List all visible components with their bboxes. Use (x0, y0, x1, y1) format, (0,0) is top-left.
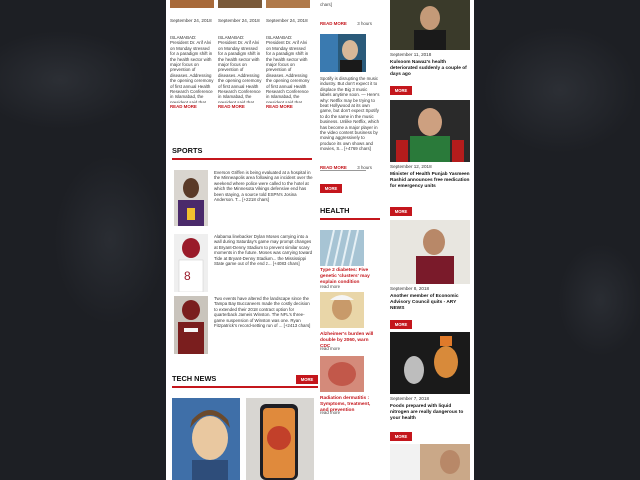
tech-news-header: TECH NEWS MORE (172, 374, 318, 388)
news-headline[interactable]: Minister of Health Punjab Yasmeen Rashid… (390, 172, 470, 189)
read-more-link[interactable]: READ MORE (218, 104, 262, 109)
tech-news-image[interactable] (172, 398, 240, 480)
sports-item[interactable]: Two events have altered the landscape si… (172, 296, 314, 354)
story-excerpt: ISLAMABAD: President Dr. Arif Alvi on Mo… (218, 35, 262, 103)
tech-news-more-button[interactable]: MORE (296, 375, 318, 384)
story-date: September 24, 2018 (218, 18, 260, 23)
right-more-button[interactable]: MORE (390, 432, 412, 441)
right-more-button[interactable]: MORE (390, 86, 412, 95)
sports-item[interactable]: Everson Griffen is being evaluated at a … (172, 170, 314, 228)
sports-excerpt: Two events have altered the landscape si… (214, 296, 311, 329)
sports-image[interactable] (174, 296, 208, 354)
snippet-tail: chars] (320, 2, 332, 7)
sports-item[interactable]: 8 Alabama linebacker Dylan Moses carryin… (172, 234, 314, 293)
divider (320, 170, 366, 171)
right-more-button[interactable]: MORE (390, 320, 412, 329)
health-headline[interactable]: Type 2 diabetes: Five genetic 'clusters'… (320, 268, 380, 285)
read-more-link[interactable]: READ MORE (320, 21, 347, 26)
right-news-image[interactable] (390, 444, 470, 480)
news-page: September 24, 2018 ISLAMABAD: President … (166, 0, 474, 480)
sports-image[interactable] (174, 170, 208, 226)
right-news-image[interactable] (390, 100, 470, 162)
story-thumbnail[interactable] (218, 0, 262, 8)
spotify-image[interactable] (320, 34, 366, 72)
news-headline[interactable]: Another member of Economic Advisory Coun… (390, 294, 470, 311)
read-more-link[interactable]: READ MORE (170, 104, 214, 109)
story-date: September 24, 2018 (170, 18, 212, 23)
sports-excerpt: Alabama linebacker Dylan Moses carrying … (214, 234, 313, 267)
story-card[interactable]: September 24, 2018 ISLAMABAD: President … (218, 0, 262, 109)
middle-more-button[interactable]: MORE (320, 184, 342, 193)
news-headline[interactable]: Kulsoom Nawaz's health deteriorated sudd… (390, 60, 470, 77)
spotify-excerpt: Spotify is disrupting the music industry… (320, 76, 380, 152)
story-thumbnail[interactable] (266, 0, 310, 8)
news-headline[interactable]: Foods prepared with liquid nitrogen are … (390, 404, 470, 421)
read-more-link[interactable]: READ MORE (266, 104, 310, 109)
story-card[interactable]: September 24, 2018 ISLAMABAD: President … (266, 0, 310, 109)
news-date: September 7, 2018 (390, 396, 430, 401)
health-read-more[interactable]: read more (320, 410, 340, 415)
story-date: September 24, 2018 (266, 18, 308, 23)
right-news-image[interactable] (390, 0, 470, 50)
svg-text:8: 8 (184, 269, 191, 283)
sports-title: SPORTS (172, 146, 312, 160)
health-header: HEALTH (320, 206, 380, 220)
health-image[interactable] (320, 229, 364, 267)
story-thumbnail[interactable] (170, 0, 214, 8)
health-read-more[interactable]: read more (320, 346, 340, 351)
right-news-image[interactable] (390, 220, 470, 284)
right-more-button[interactable]: MORE (390, 207, 412, 216)
news-date: September 8, 2018 (390, 286, 430, 291)
sports-image[interactable]: 8 (174, 234, 208, 293)
story-card[interactable]: September 24, 2018 ISLAMABAD: President … (170, 0, 214, 109)
health-title: HEALTH (320, 206, 380, 220)
sports-section-header: SPORTS (172, 146, 312, 160)
health-image[interactable] (320, 292, 364, 328)
health-read-more[interactable]: read more (320, 284, 340, 289)
right-news-image[interactable] (390, 332, 470, 394)
news-date: September 12, 2018 (390, 164, 432, 169)
story-excerpt: ISLAMABAD: President Dr. Arif Alvi on Mo… (266, 35, 310, 103)
tech-news-image[interactable] (246, 398, 314, 480)
sports-excerpt: Everson Griffen is being evaluated at a … (214, 170, 313, 203)
news-date: September 11, 2018 (390, 52, 432, 57)
story-excerpt: ISLAMABAD: President Dr. Arif Alvi on Mo… (170, 35, 214, 103)
health-image[interactable] (320, 356, 364, 392)
